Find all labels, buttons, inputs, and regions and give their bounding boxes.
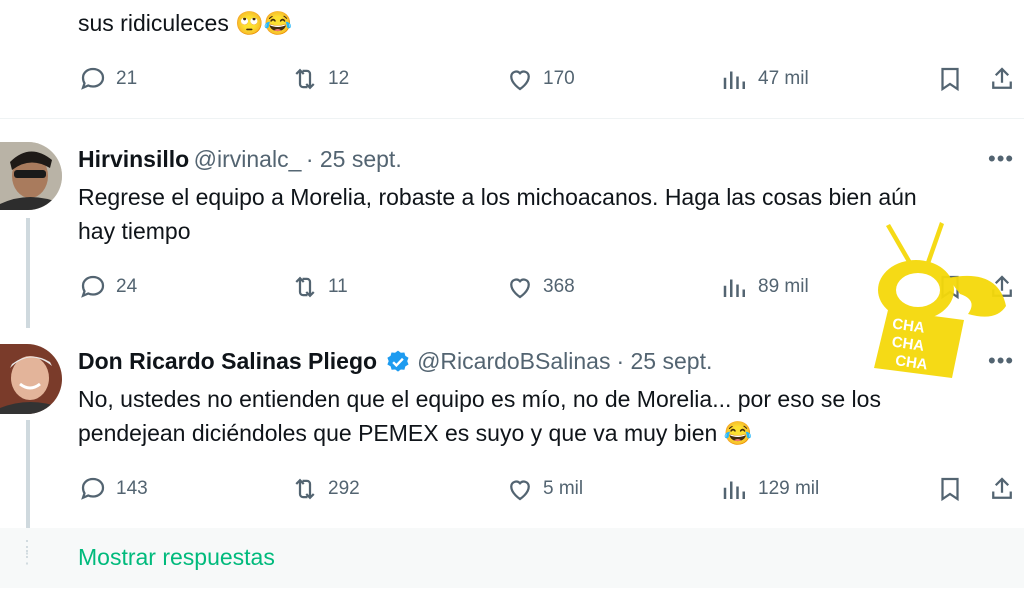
reply-button[interactable]: 21 — [78, 64, 137, 94]
tweet-text-line: No, ustedes no entienden que el equipo e… — [78, 386, 881, 412]
verified-badge-icon — [385, 349, 411, 375]
bookmark-button[interactable] — [935, 64, 965, 99]
tweet-date[interactable]: · 25 sept. — [616, 348, 712, 375]
analytics-icon — [723, 279, 745, 297]
watermark-logo: CHA CHA CHA — [868, 218, 1013, 380]
tweet-text-line: Regrese el equipo a Morelia, robaste a l… — [78, 184, 917, 210]
share-icon — [992, 67, 1012, 89]
tweet-text: sus ridiculeces 🙄😂 — [78, 10, 293, 36]
thread-line — [26, 218, 30, 328]
vertical-dots-icon: ⋮ ⋮ — [18, 537, 36, 567]
retweet-icon — [295, 68, 315, 90]
reply-count: 24 — [116, 276, 138, 297]
retweet-icon — [295, 478, 315, 500]
bookmark-icon — [941, 477, 959, 502]
retweet-count: 12 — [328, 68, 350, 89]
like-count: 368 — [543, 276, 575, 297]
reply-icon — [81, 67, 105, 90]
share-button[interactable] — [987, 474, 1017, 509]
person-avatar-icon — [0, 344, 62, 414]
person-avatar-icon — [0, 142, 62, 210]
like-button[interactable]: 368 — [505, 272, 575, 302]
author-handle[interactable]: @irvinalc_ — [194, 146, 302, 172]
tweet-text: No, ustedes no entienden que el equipo e… — [78, 382, 1008, 450]
like-count: 170 — [543, 68, 575, 89]
reply-icon — [81, 275, 105, 298]
retweet-count: 11 — [328, 276, 348, 297]
share-icon — [992, 477, 1012, 499]
avatar[interactable] — [0, 142, 62, 210]
analytics-icon — [723, 481, 745, 499]
retweet-button[interactable]: 11 — [290, 272, 348, 302]
heart-icon — [510, 278, 530, 299]
retweet-icon — [295, 276, 315, 298]
reply-count: 143 — [116, 478, 148, 499]
reply-icon — [81, 477, 105, 500]
views-count: 89 mil — [758, 276, 809, 297]
reply-button[interactable]: 143 — [78, 474, 148, 504]
share-button[interactable] — [987, 64, 1017, 99]
like-button[interactable]: 170 — [505, 64, 575, 94]
author-name[interactable]: Hirvinsillo — [78, 146, 189, 172]
show-replies-link[interactable]: Mostrar respuestas — [78, 544, 275, 571]
like-count: 5 mil — [543, 478, 584, 499]
author-handle[interactable]: @RicardoBSalinas — [417, 348, 610, 375]
heart-icon — [510, 70, 530, 91]
thread-line — [26, 420, 30, 528]
chachacha-logo-icon: CHA CHA CHA — [874, 222, 1006, 378]
heart-icon — [510, 480, 530, 501]
divider — [0, 118, 1024, 119]
show-replies-row[interactable]: ⋮ ⋮ Mostrar respuestas — [0, 528, 1024, 588]
views-count: 129 mil — [758, 478, 820, 499]
views-count: 47 mil — [758, 68, 809, 89]
views-button[interactable]: 47 mil — [720, 64, 809, 94]
retweet-button[interactable]: 292 — [290, 474, 360, 504]
tweet-text-line: pendejean diciéndoles que PEMEX es suyo … — [78, 420, 753, 446]
author-name[interactable]: Don Ricardo Salinas Pliego — [78, 348, 377, 375]
reply-button[interactable]: 24 — [78, 272, 137, 302]
analytics-icon — [723, 71, 745, 89]
retweet-count: 292 — [328, 478, 360, 499]
bookmark-icon — [941, 67, 959, 92]
reply-count: 21 — [116, 68, 138, 89]
more-icon: ••• — [988, 146, 1015, 171]
views-button[interactable]: 129 mil — [720, 474, 819, 504]
like-button[interactable]: 5 mil — [505, 474, 583, 504]
tweet-date[interactable]: · 25 sept. — [306, 146, 402, 172]
bookmark-button[interactable] — [935, 474, 965, 509]
bottom-spacer — [0, 590, 1024, 612]
more-options-button[interactable]: ••• — [988, 146, 1014, 172]
retweet-button[interactable]: 12 — [290, 64, 349, 94]
views-button[interactable]: 89 mil — [720, 272, 809, 302]
avatar[interactable] — [0, 344, 62, 414]
